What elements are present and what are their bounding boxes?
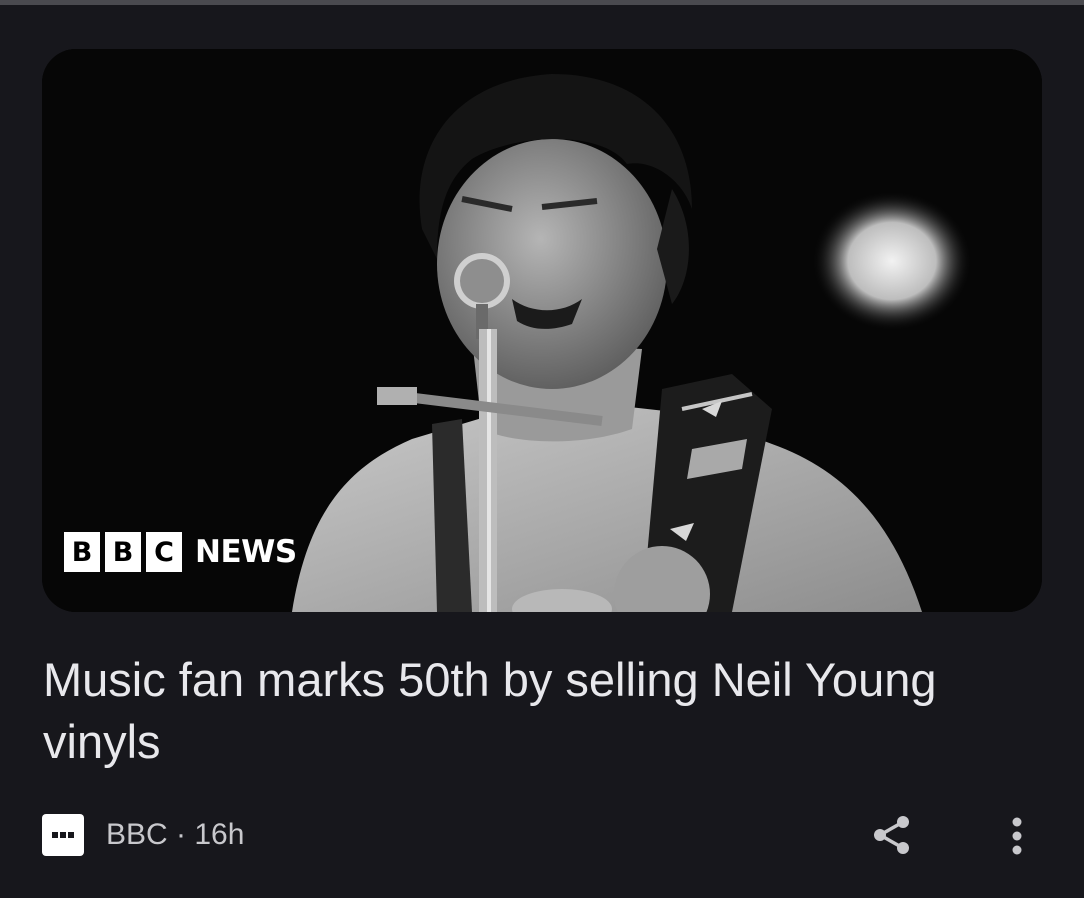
source-favicon-icon bbox=[42, 814, 84, 856]
share-button[interactable] bbox=[868, 811, 916, 859]
article-image[interactable]: B B C NEWS bbox=[42, 49, 1042, 612]
photo-illustration bbox=[42, 49, 1042, 612]
source-and-age: BBC · 16h bbox=[106, 818, 244, 852]
bbc-block-b2: B bbox=[105, 532, 141, 572]
article-meta: BBC · 16h bbox=[42, 813, 244, 857]
source-name: BBC bbox=[106, 818, 168, 851]
bbc-news-word: NEWS bbox=[195, 534, 297, 570]
bbc-block-c: C bbox=[146, 532, 182, 572]
more-options-button[interactable] bbox=[994, 811, 1040, 861]
share-icon bbox=[874, 816, 909, 854]
article-age: 16h bbox=[194, 818, 245, 851]
more-vert-icon bbox=[1012, 817, 1022, 855]
bbc-block-b1: B bbox=[64, 532, 100, 572]
meta-separator: · bbox=[167, 818, 195, 851]
news-card[interactable]: B B C NEWS Music fan marks 50th by selli… bbox=[0, 5, 1084, 898]
bbc-news-logo: B B C NEWS bbox=[64, 531, 297, 573]
article-headline[interactable]: Music fan marks 50th by selling Neil You… bbox=[43, 649, 943, 773]
